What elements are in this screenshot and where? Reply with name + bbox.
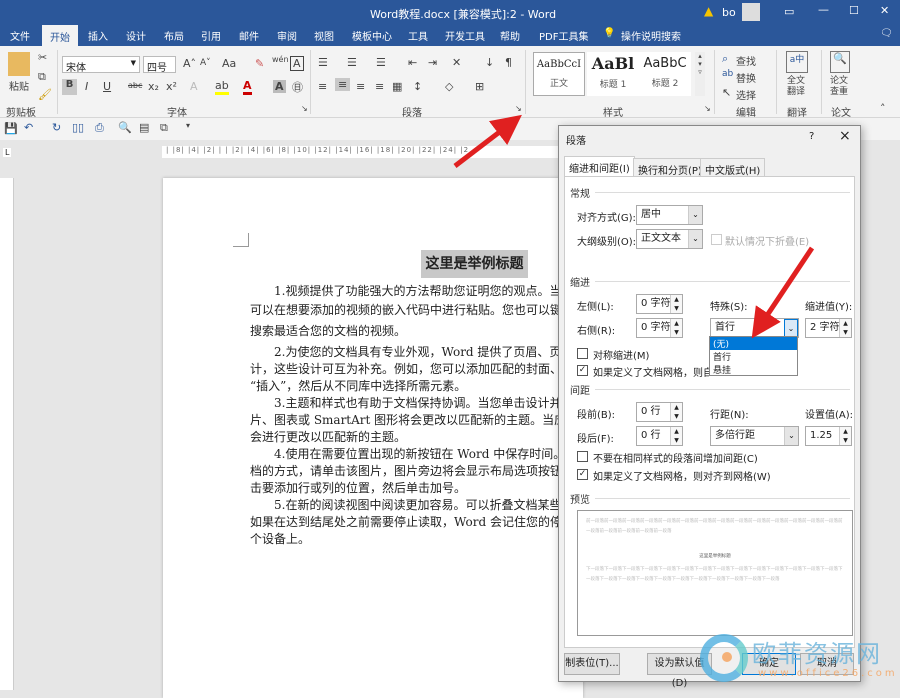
watermark-text: 欧菲资源网 (752, 640, 882, 668)
arrow-to-dialog-launcher (453, 114, 522, 168)
arrow-to-none-option (751, 246, 815, 339)
watermark-logo: 欧菲资源网 www.office26.com (700, 632, 900, 690)
annotation-arrows (453, 114, 815, 339)
watermark-url: www.office26.com (758, 668, 898, 679)
